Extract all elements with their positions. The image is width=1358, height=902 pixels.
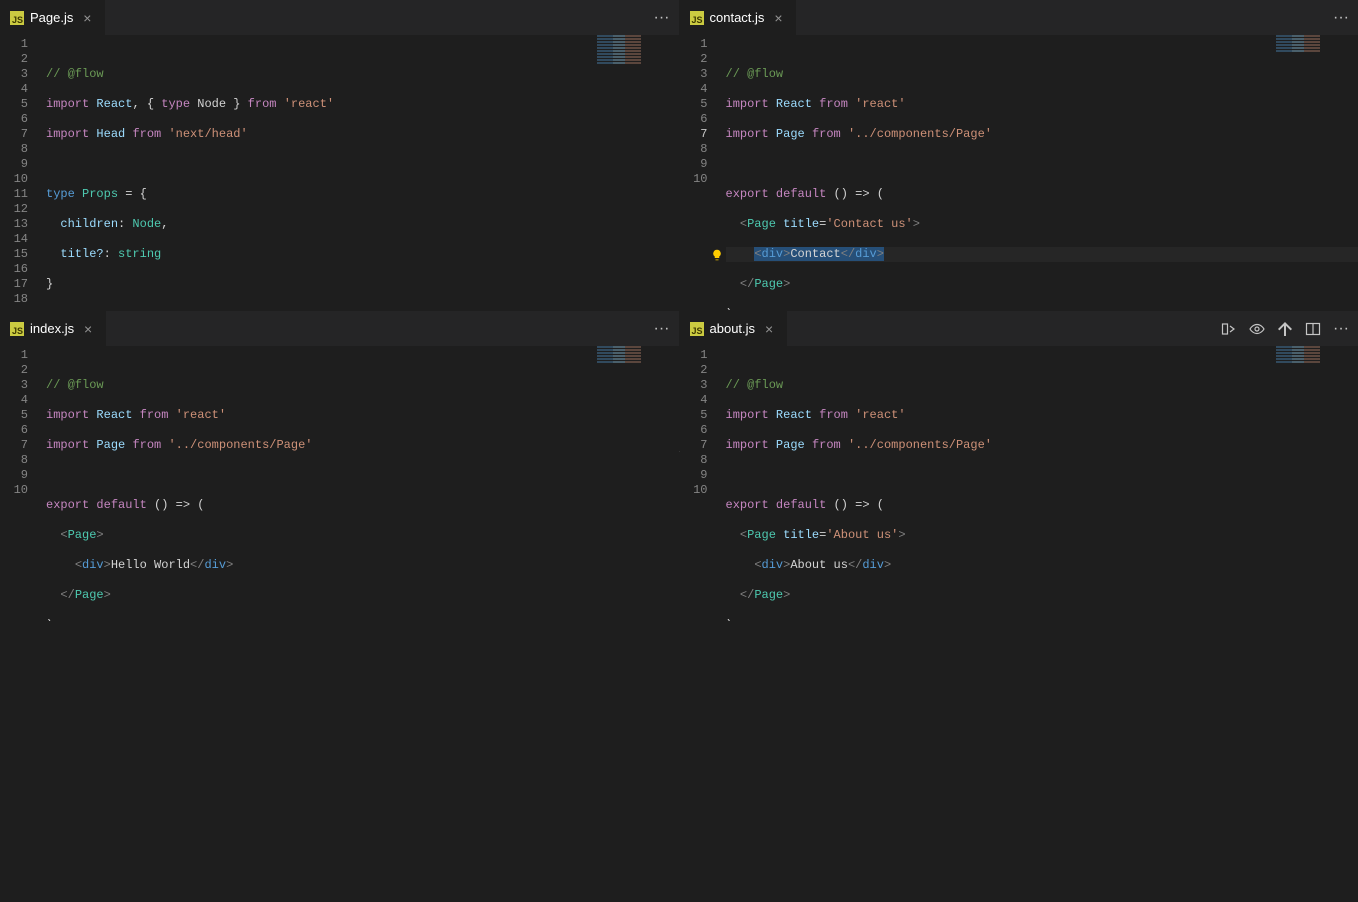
- line-gutter: 12345678910: [680, 346, 726, 621]
- close-icon[interactable]: ×: [80, 321, 96, 337]
- minimap[interactable]: [597, 346, 677, 406]
- code-area[interactable]: // @flow import React from 'react' impor…: [726, 35, 1358, 310]
- js-file-icon: JS: [690, 322, 704, 336]
- more-icon[interactable]: ···: [653, 320, 671, 338]
- js-file-icon: JS: [690, 11, 704, 25]
- tab-page-js[interactable]: JS Page.js ×: [0, 0, 106, 35]
- tab-actions: ···: [653, 0, 679, 35]
- tab-label: Page.js: [30, 10, 73, 25]
- tab-bar: JS index.js × ···: [0, 311, 679, 346]
- lightbulb-icon[interactable]: [710, 247, 724, 262]
- editor-pane-about: JS about.js × ··· 12345678910 // @flow i…: [680, 311, 1358, 621]
- line-gutter: 12345678910: [0, 346, 46, 621]
- tab-label: contact.js: [710, 10, 765, 25]
- editor-pane-index: JS index.js × ··· 12345678910 // @flow i…: [0, 311, 679, 621]
- editor-body[interactable]: 123456789101112131415161718 // @flow imp…: [0, 35, 679, 310]
- editor-pane-page: JS Page.js × ··· 12345678910111213141516…: [0, 0, 679, 310]
- more-icon[interactable]: ···: [653, 9, 671, 27]
- compare-changes-icon[interactable]: [1220, 320, 1238, 338]
- tab-label: index.js: [30, 321, 74, 336]
- editor-body[interactable]: 12345678910 // @flow import React from '…: [680, 346, 1358, 621]
- code-area[interactable]: // @flow import React, { type Node } fro…: [46, 35, 679, 310]
- minimap[interactable]: [1276, 35, 1356, 95]
- tab-bar: JS Page.js × ···: [0, 0, 679, 35]
- code-area[interactable]: // @flow import React from 'react' impor…: [46, 346, 679, 621]
- line-gutter: 123456789101112131415161718: [0, 35, 46, 310]
- close-icon[interactable]: ×: [79, 10, 95, 26]
- tab-bar: JS contact.js × ···: [680, 0, 1358, 35]
- more-icon[interactable]: ···: [1332, 320, 1350, 338]
- tab-about-js[interactable]: JS about.js ×: [680, 311, 789, 346]
- code-area[interactable]: // @flow import React from 'react' impor…: [726, 346, 1358, 621]
- editor-body[interactable]: 12345678910 // @flow import React from '…: [0, 346, 679, 621]
- close-icon[interactable]: ×: [770, 10, 786, 26]
- tab-index-js[interactable]: JS index.js ×: [0, 311, 107, 346]
- tab-bar: JS about.js × ···: [680, 311, 1358, 346]
- tab-contact-js[interactable]: JS contact.js ×: [680, 0, 798, 35]
- editor-body[interactable]: 12345678910 // @flow import React from '…: [680, 35, 1358, 310]
- minimap[interactable]: [597, 35, 677, 95]
- line-gutter: 12345678910: [680, 35, 726, 310]
- minimap[interactable]: [1276, 346, 1356, 406]
- open-changes-icon[interactable]: [1276, 320, 1294, 338]
- tab-label: about.js: [710, 321, 756, 336]
- split-editor-icon[interactable]: [1304, 320, 1322, 338]
- js-file-icon: JS: [10, 322, 24, 336]
- tab-actions: ···: [1220, 311, 1358, 346]
- tab-actions: ···: [653, 311, 679, 346]
- preview-icon[interactable]: [1248, 320, 1266, 338]
- editor-pane-contact: JS contact.js × ··· 12345678910 // @flow…: [680, 0, 1358, 310]
- close-icon[interactable]: ×: [761, 321, 777, 337]
- tab-actions: ···: [1332, 0, 1358, 35]
- more-icon[interactable]: ···: [1332, 9, 1350, 27]
- js-file-icon: JS: [10, 11, 24, 25]
- editor-grid: JS Page.js × ··· 12345678910111213141516…: [0, 0, 1358, 451]
